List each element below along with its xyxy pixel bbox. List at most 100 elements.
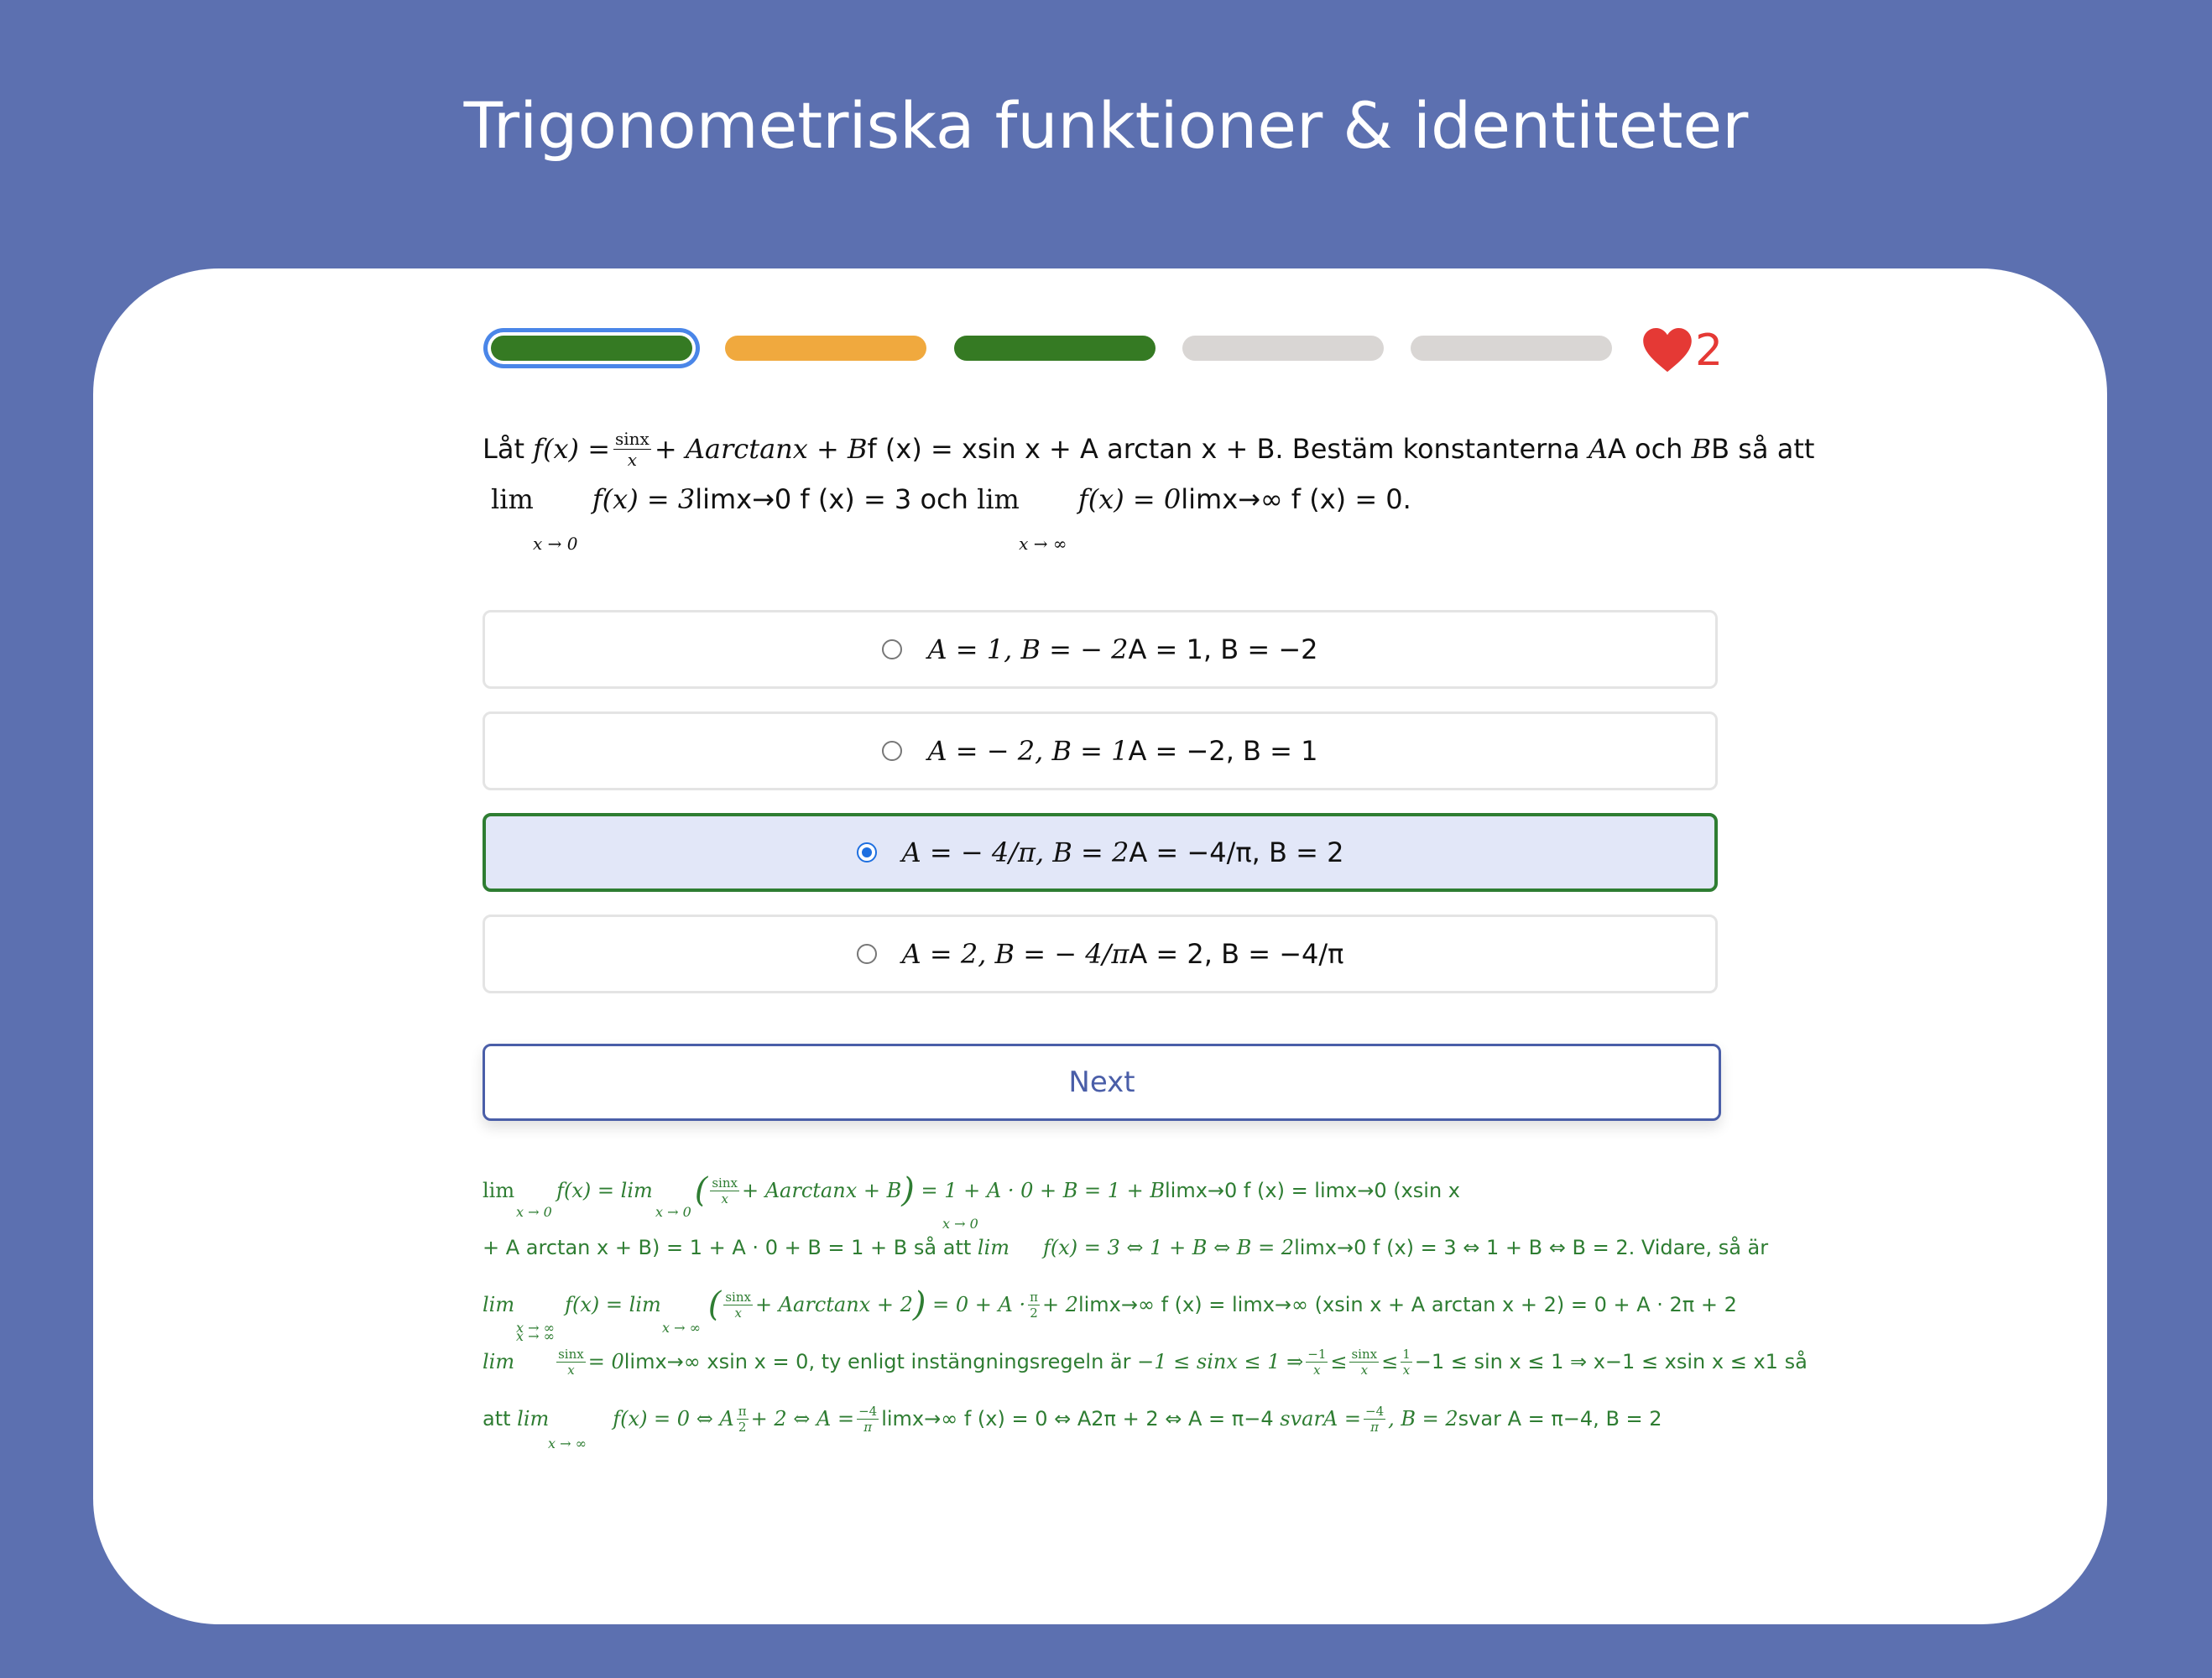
fraction-denominator: x: [734, 1305, 742, 1321]
solution-mid: + Aarctanx + 2: [754, 1293, 913, 1316]
lives-count: 2: [1695, 326, 1724, 376]
limit-word: lim: [977, 1236, 1010, 1259]
option-math: A = 2, B = − 4/π: [901, 938, 1129, 970]
fraction-numerator: sinx: [723, 1289, 753, 1305]
question-text: Låt f(x) = sinx x + Aarctanx + B f (x) =…: [483, 424, 1814, 555]
solution-math-b: + 2 ⇔ A =: [750, 1407, 855, 1430]
option-label: A = 1, B = − 2A = 1, B = −2: [927, 633, 1317, 665]
radio-button[interactable]: [856, 944, 877, 964]
solution-inequality: −1 ≤ sinx ≤ 1 ⇒: [1137, 1350, 1304, 1373]
answer-option-3[interactable]: A = − 4/π, B = 2A = −4/π, B = 2: [483, 813, 1718, 892]
paren-close: ): [912, 1285, 926, 1324]
solution-le: ≤: [1330, 1350, 1348, 1373]
limit-word: lim: [483, 1350, 515, 1373]
inequality-fraction-1: −1 x: [1306, 1347, 1328, 1378]
question-a-plain: A och: [1607, 433, 1683, 465]
fraction-numerator: sinx: [1349, 1346, 1380, 1363]
limit-word: lim: [491, 483, 534, 515]
limit-word: lim: [629, 1293, 661, 1316]
question-limit-1-math: f(x) = 3: [592, 483, 696, 515]
answer-option-2[interactable]: A = − 2, B = 1A = −2, B = 1: [483, 711, 1718, 790]
next-button[interactable]: Next: [483, 1044, 1721, 1121]
option-label: A = 2, B = − 4/πA = 2, B = −4/π: [902, 938, 1344, 970]
limit-word: lim: [517, 1407, 550, 1430]
solution-line-2: + A arctan x + B) = 1 + A · 0 + B = 1 + …: [483, 1216, 1768, 1276]
solution-svar-tail: , B = 2: [1388, 1407, 1458, 1430]
lives-indicator: 2: [1643, 326, 1723, 376]
solution-mid: + Aarctanx + B: [741, 1179, 902, 1202]
question-b-plain: B så att: [1711, 433, 1815, 465]
fraction-numerator: sinx: [613, 428, 651, 450]
solution-svar-plain: svar A = π−4, B = 2: [1458, 1407, 1662, 1430]
solution-fx: f(x) =: [565, 1293, 623, 1316]
fraction-numerator: π: [736, 1403, 749, 1420]
answer-option-1[interactable]: A = 1, B = − 2A = 1, B = −2: [483, 610, 1718, 689]
progress-bar: [491, 334, 1716, 362]
solution-le: ≤: [1381, 1350, 1399, 1373]
fraction-numerator: −4: [1364, 1403, 1386, 1420]
question-prefix: Låt: [483, 433, 524, 465]
pi-half-fraction: π 2: [1028, 1290, 1040, 1321]
progress-segment-2[interactable]: [725, 336, 926, 361]
radio-button[interactable]: [882, 639, 903, 659]
solution-plain: limx→∞ f (x) = 0 ⇔ A2π + 2 ⇔ A = π−4: [881, 1407, 1274, 1430]
question-limit-2-math: f(x) = 0: [1077, 483, 1182, 515]
option-plain: A = −2, B = 1: [1128, 735, 1318, 767]
limit-word: lim: [620, 1179, 653, 1202]
solution-svar-math: svarA =: [1280, 1407, 1361, 1430]
limit-subscript: x → ∞: [516, 1328, 555, 1344]
solution-explanation: lim x → 0 f(x) = lim x → 0 ( sinx x + Aa…: [483, 1162, 1808, 1451]
question-line-2: lim x → 0 f(x) = 3 limx→0 f (x) = 3 och …: [483, 474, 1733, 554]
heart-icon: [1643, 328, 1692, 373]
option-plain: A = 2, B = −4/π: [1129, 938, 1344, 970]
solution-plain: + A arctan x + B) = 1 + A · 0 + B = 1 + …: [483, 1236, 972, 1259]
solution-eq: = 0 + A ·: [932, 1293, 1026, 1316]
solution-line-3: lim x → ∞ f(x) = lim x → ∞ ( sinx x + Aa…: [483, 1276, 1737, 1336]
limit-subscript: x → ∞: [548, 1436, 587, 1451]
solution-tail-math: = 1 + A · 0 + B = 1 + B: [921, 1179, 1165, 1202]
fraction-denominator: x: [1313, 1362, 1321, 1378]
limit-word: lim: [483, 1293, 515, 1316]
answer-fraction: −4 π: [857, 1404, 879, 1435]
option-label: A = − 2, B = 1A = −2, B = 1: [927, 735, 1317, 767]
answer-options: A = 1, B = − 2A = 1, B = −2 A = − 2, B =…: [483, 610, 1718, 1016]
solution-math: f(x) = 0 ⇔ A: [613, 1407, 734, 1430]
svar-fraction: −4 π: [1364, 1403, 1386, 1435]
solution-fraction: sinx x: [710, 1175, 739, 1206]
fraction-numerator: sinx: [556, 1346, 586, 1363]
solution-fraction: sinx x: [556, 1347, 586, 1378]
fraction-denominator: x: [567, 1362, 575, 1378]
fraction-denominator: x: [721, 1191, 728, 1206]
fraction-numerator: 1: [1401, 1346, 1412, 1363]
progress-segment-3[interactable]: [954, 336, 1156, 361]
solution-plain: limx→∞ xsin x = 0, ty enligt instängning…: [623, 1350, 1131, 1373]
limit-subscript: x → 0: [942, 1216, 978, 1232]
solution-line-1: lim x → 0 f(x) = lim x → 0 ( sinx x + Aa…: [483, 1162, 1724, 1220]
answer-option-4[interactable]: A = 2, B = − 4/πA = 2, B = −4/π: [483, 915, 1718, 993]
radio-button[interactable]: [856, 842, 877, 862]
limit-subscript: x → 0: [655, 1204, 691, 1220]
progress-segment-4[interactable]: [1182, 336, 1384, 361]
progress-segment-1[interactable]: [491, 336, 692, 361]
option-math: A = − 2, B = 1: [927, 735, 1129, 767]
fraction-numerator: π: [1028, 1289, 1040, 1305]
question-fraction: sinx x: [613, 429, 651, 470]
question-line-1: Låt f(x) = sinx x + Aarctanx + B f (x) =…: [483, 424, 1814, 474]
solution-tail-math: + 2: [1041, 1293, 1078, 1316]
question-f-plain: f (x) = xsin x + A arctan x + B. Bestäm …: [867, 433, 1580, 465]
progress-segment-5[interactable]: [1411, 336, 1612, 361]
fraction-denominator: π: [863, 1419, 873, 1435]
option-math: A = − 4/π, B = 2: [901, 836, 1129, 868]
solution-eq: = 0: [587, 1350, 624, 1373]
radio-button[interactable]: [882, 741, 903, 761]
paren-open: (: [694, 1171, 708, 1210]
question-limit-1: lim x → 0: [491, 483, 577, 554]
fraction-numerator: sinx: [710, 1175, 739, 1191]
solution-tail-plain: limx→0 f (x) = limx→0 (xsin x: [1165, 1179, 1461, 1202]
limit-word: lim: [483, 1179, 515, 1202]
question-f-rhs: + Aarctanx + B: [654, 433, 868, 465]
inequality-fraction-3: 1 x: [1401, 1347, 1412, 1378]
question-limit-2: lim x → ∞: [977, 483, 1067, 554]
option-math: A = 1, B = − 2: [927, 633, 1129, 665]
fraction-denominator: 2: [738, 1419, 747, 1435]
